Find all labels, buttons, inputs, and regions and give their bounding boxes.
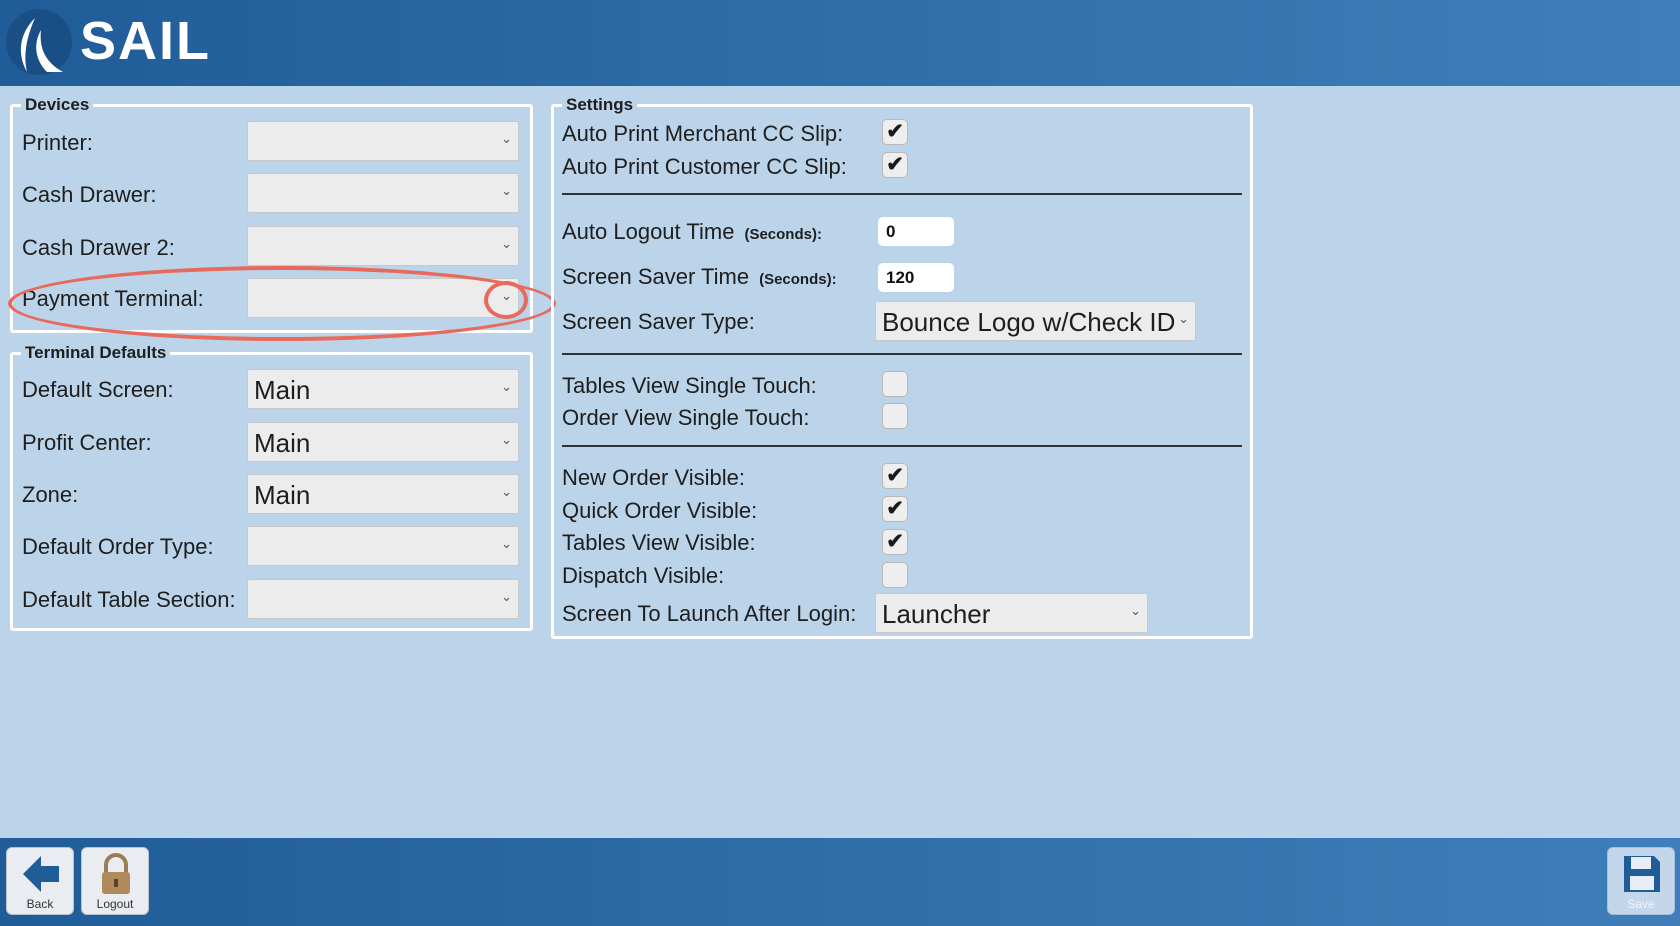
auto-logout-unit: (Seconds): — [744, 226, 822, 243]
chevron-down-icon: ⌄ — [501, 536, 512, 551]
chevron-down-icon: ⌄ — [501, 236, 512, 251]
settings-divider-2 — [562, 353, 1242, 355]
payment-terminal-highlight-ring — [8, 266, 556, 341]
settings-divider-3 — [562, 445, 1242, 447]
printer-label: Printer: — [22, 130, 93, 155]
checkmark-icon: ✔ — [886, 530, 904, 553]
tables-view-single-touch-checkbox[interactable] — [882, 371, 908, 397]
default-order-type-label: Default Order Type: — [22, 534, 214, 559]
auto-print-merchant-checkbox[interactable]: ✔ — [882, 119, 908, 145]
padlock-icon — [102, 853, 130, 894]
tables-view-single-touch-label: Tables View Single Touch: — [562, 373, 817, 398]
screen-to-launch-label: Screen To Launch After Login: — [562, 601, 857, 626]
screen-saver-time-unit: (Seconds): — [759, 271, 837, 288]
bottom-toolbar: Back Logout Save — [0, 838, 1680, 926]
profit-center-label: Profit Center: — [22, 430, 152, 455]
floppy-disk-icon — [1624, 856, 1660, 892]
save-button-label: Save — [1627, 897, 1655, 911]
quick-order-visible-label: Quick Order Visible: — [562, 498, 758, 523]
profit-center-select-value: Main — [254, 428, 311, 458]
default-screen-select[interactable]: Main ⌄ — [247, 369, 519, 409]
new-order-visible-label: New Order Visible: — [562, 465, 745, 490]
default-order-type-select[interactable]: ⌄ — [247, 526, 519, 566]
cash-drawer-label: Cash Drawer: — [22, 182, 157, 207]
logout-button[interactable]: Logout — [81, 847, 149, 915]
tables-view-visible-label: Tables View Visible: — [562, 530, 756, 555]
new-order-visible-checkbox[interactable]: ✔ — [882, 463, 908, 489]
screen-saver-time-label-text: Screen Saver Time — [562, 264, 750, 289]
profit-center-select[interactable]: Main ⌄ — [247, 422, 519, 462]
default-table-section-select[interactable]: ⌄ — [247, 579, 519, 619]
zone-select[interactable]: Main ⌄ — [247, 474, 519, 514]
save-button[interactable]: Save — [1607, 847, 1675, 915]
chevron-down-icon: ⌄ — [501, 484, 512, 499]
checkmark-icon: ✔ — [886, 464, 904, 487]
header-bar: SAIL — [0, 0, 1680, 86]
default-table-section-label: Default Table Section: — [22, 587, 236, 612]
payment-terminal-dropdown-highlight-circle — [484, 281, 528, 319]
quick-order-visible-checkbox[interactable]: ✔ — [882, 496, 908, 522]
settings-divider-1 — [562, 193, 1242, 195]
screen-to-launch-select-value: Launcher — [882, 599, 991, 629]
checkmark-icon: ✔ — [886, 153, 904, 176]
order-view-single-touch-label: Order View Single Touch: — [562, 405, 810, 430]
checkmark-icon: ✔ — [886, 497, 904, 520]
checkmark-icon: ✔ — [886, 120, 904, 143]
zone-label: Zone: — [22, 482, 79, 507]
cash-drawer-select[interactable]: ⌄ — [247, 173, 519, 213]
zone-select-value: Main — [254, 480, 311, 510]
default-screen-label: Default Screen: — [22, 377, 174, 402]
back-button-label: Back — [26, 897, 54, 911]
back-button[interactable]: Back — [6, 847, 74, 915]
terminal-defaults-legend: Terminal Defaults — [21, 343, 171, 363]
auto-print-customer-label: Auto Print Customer CC Slip: — [562, 154, 847, 179]
chevron-down-icon: ⌄ — [501, 131, 512, 146]
tables-view-visible-checkbox[interactable]: ✔ — [882, 529, 908, 555]
auto-print-merchant-label: Auto Print Merchant CC Slip: — [562, 121, 844, 146]
sail-logo-icon — [6, 9, 72, 75]
screen-saver-type-label: Screen Saver Type: — [562, 309, 755, 334]
printer-select[interactable]: ⌄ — [247, 121, 519, 161]
chevron-down-icon: ⌄ — [1178, 311, 1189, 326]
logout-button-label: Logout — [96, 897, 134, 911]
auto-logout-label-text: Auto Logout Time — [562, 219, 735, 244]
chevron-down-icon: ⌄ — [501, 589, 512, 604]
screen-to-launch-select[interactable]: Launcher ⌄ — [875, 593, 1148, 633]
screen-saver-time-label: Screen Saver Time (Seconds): — [562, 264, 837, 293]
dispatch-visible-label: Dispatch Visible: — [562, 563, 725, 588]
order-view-single-touch-checkbox[interactable] — [882, 403, 908, 429]
auto-print-customer-checkbox[interactable]: ✔ — [882, 152, 908, 178]
brand-logo-text: SAIL — [80, 11, 212, 71]
dispatch-visible-checkbox[interactable] — [882, 562, 908, 588]
screen-saver-time-input[interactable]: 120 — [878, 263, 954, 292]
chevron-down-icon: ⌄ — [501, 379, 512, 394]
default-screen-select-value: Main — [254, 375, 311, 405]
devices-legend: Devices — [21, 95, 94, 115]
screen-saver-type-select-value: Bounce Logo w/Check ID — [882, 307, 1176, 337]
screen-saver-type-select[interactable]: Bounce Logo w/Check ID ⌄ — [875, 301, 1196, 341]
chevron-down-icon: ⌄ — [501, 432, 512, 447]
settings-legend: Settings — [562, 95, 638, 115]
cash-drawer-2-select[interactable]: ⌄ — [247, 226, 519, 266]
back-arrow-icon — [23, 856, 59, 892]
chevron-down-icon: ⌄ — [1130, 603, 1141, 618]
cash-drawer-2-label: Cash Drawer 2: — [22, 235, 175, 260]
auto-logout-label: Auto Logout Time (Seconds): — [562, 219, 822, 248]
auto-logout-input[interactable]: 0 — [878, 217, 954, 246]
chevron-down-icon: ⌄ — [501, 183, 512, 198]
